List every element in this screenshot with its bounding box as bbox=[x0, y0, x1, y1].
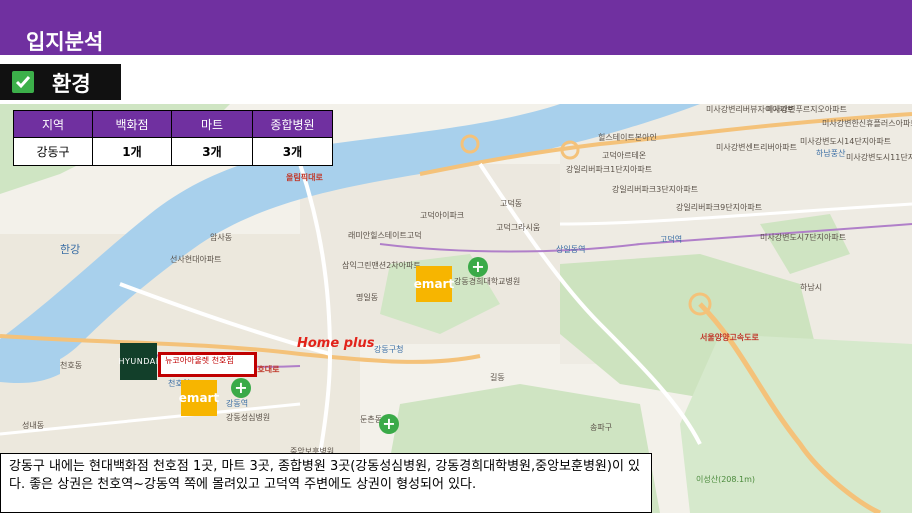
map-label: 고덕동 bbox=[500, 199, 523, 208]
map-label: 미사강변도시7단지아파트 bbox=[760, 233, 847, 242]
map-label: 길동 bbox=[490, 373, 505, 382]
map-label: 선사현대아파트 bbox=[170, 255, 222, 264]
emart-logo[interactable]: emart bbox=[414, 266, 454, 302]
section-label: 환경 bbox=[52, 72, 91, 96]
table-row: 강동구 1개 3개 3개 bbox=[13, 137, 333, 166]
section-tag: 환경 bbox=[0, 64, 121, 100]
map-label: 명일동 bbox=[356, 293, 379, 302]
hospital-icon[interactable]: + bbox=[379, 414, 399, 434]
map-label: 강동구청 bbox=[374, 345, 404, 354]
map-label: 고덕그라시움 bbox=[496, 223, 541, 232]
map-label: 송파구 bbox=[590, 423, 613, 432]
table-cell: 3개 bbox=[171, 137, 253, 166]
map-label: 올림픽대로 bbox=[286, 173, 323, 182]
description-text: 강동구 내에는 현대백화점 천호점 1곳, 마트 3곳, 종합병원 3곳(강동성… bbox=[0, 453, 652, 513]
hospital-icon[interactable]: + bbox=[468, 257, 488, 277]
map-label: 힐스테이트본아인 bbox=[598, 133, 657, 142]
table-cell: 3개 bbox=[252, 137, 333, 166]
table-header-row: 지역 백화점 마트 종합병원 bbox=[13, 110, 333, 138]
table-header-cell: 종합병원 bbox=[252, 110, 333, 138]
map-label: 미사강변센트리버아파트 bbox=[716, 143, 797, 152]
table-cell: 1개 bbox=[92, 137, 172, 166]
map-label: 상일동역 bbox=[556, 245, 586, 254]
homeplus-logo[interactable]: Home plus bbox=[297, 336, 374, 351]
map-label: 하남시 bbox=[800, 283, 823, 292]
map-label: 암사동 bbox=[210, 233, 233, 242]
table-header-cell: 백화점 bbox=[92, 110, 172, 138]
map-label: 한강 bbox=[60, 243, 81, 256]
checkbox-icon bbox=[12, 71, 34, 93]
map-label: 고덕아이파크 bbox=[420, 211, 465, 220]
map-label: 강일리버파크1단지아파트 bbox=[566, 165, 653, 174]
hyundai-logo[interactable]: HYUNDAI bbox=[118, 343, 158, 380]
map-label: 천호동 bbox=[60, 361, 83, 370]
map-label: 미사강변도시14단지아파트 bbox=[800, 137, 892, 146]
hospital-icon[interactable]: + bbox=[231, 378, 251, 398]
newcore-outlet-marker[interactable]: 뉴코아아울렛 천호점 bbox=[158, 352, 257, 377]
map-label: 강동성심병원 bbox=[226, 413, 271, 422]
emart-logo[interactable]: emart bbox=[179, 380, 219, 416]
map-label: 미사강변도시11단지아파트 bbox=[846, 153, 912, 162]
map-label: 성내동 bbox=[22, 421, 45, 430]
map-label: 강일리버파크3단지아파트 bbox=[612, 185, 699, 194]
map-label: 강일리버파크9단지아파트 bbox=[676, 203, 763, 212]
map-label: 이성산(208.1m) bbox=[696, 475, 756, 484]
header-bar: 입지분석 bbox=[0, 0, 912, 55]
map-label: 고덕역 bbox=[660, 235, 683, 244]
map-label: 서울양양고속도로 bbox=[700, 333, 759, 342]
facility-table: 지역 백화점 마트 종합병원 강동구 1개 3개 3개 bbox=[13, 110, 333, 166]
map-label: 래미안힐스테이트고덕 bbox=[348, 231, 422, 240]
map-label: 강동역 bbox=[226, 399, 249, 408]
map-label: 강동경희대학교병원 bbox=[454, 277, 521, 286]
map-label: 미사강변푸르지오아파트 bbox=[766, 105, 847, 114]
map-label: 삼익그린맨션2차아파트 bbox=[342, 261, 421, 270]
table-header-cell: 마트 bbox=[171, 110, 253, 138]
map-label: 고덕아르테온 bbox=[602, 151, 647, 160]
table-header-cell: 지역 bbox=[13, 110, 93, 138]
map-label: 미사강변한신휴플러스아파트 bbox=[822, 119, 912, 128]
table-cell: 강동구 bbox=[13, 137, 93, 166]
map-label: 하남풍산 bbox=[816, 149, 846, 158]
page-title: 입지분석 bbox=[26, 30, 104, 54]
